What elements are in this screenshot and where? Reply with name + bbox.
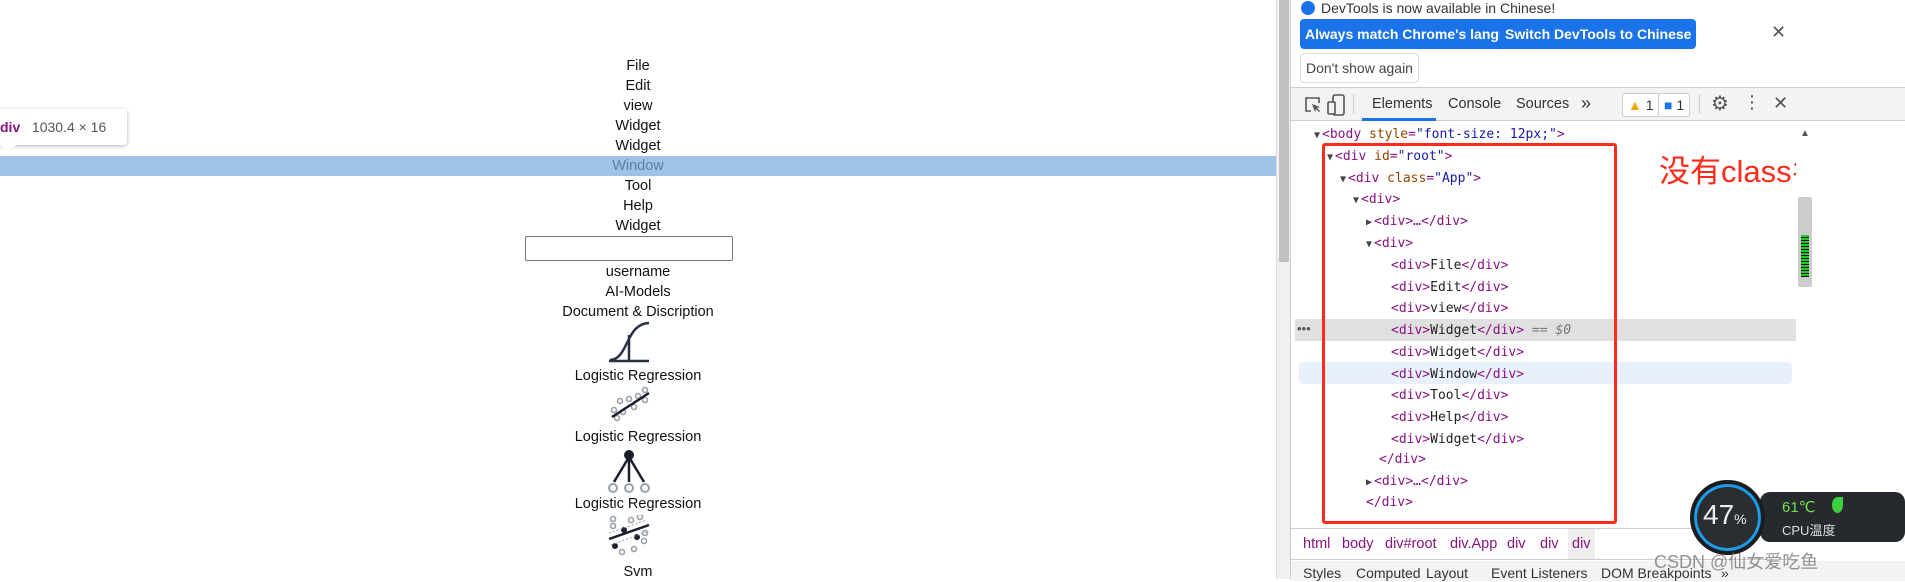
cpu-percent: 47% [1703,499,1747,530]
menu-item-tool[interactable]: Tool [0,176,1276,196]
menu-item-widget[interactable]: Widget [0,216,1276,236]
cpu-monitor-widget: 47% 61℃ CPU温度 [1690,480,1905,555]
page-scrollbar[interactable] [1276,0,1290,579]
decision-tree-icon[interactable] [607,449,651,495]
notice-text: DevTools is now available in Chinese! [1321,0,1556,16]
tab-sources[interactable]: Sources [1516,96,1569,112]
scrollbar-thumb[interactable] [1798,197,1812,287]
menu-item-window[interactable]: Window [0,156,1276,176]
breadcrumb-item[interactable]: div.App [1446,529,1501,559]
close-notice-icon[interactable]: ✕ [1771,22,1786,43]
tab-elements[interactable]: Elements [1372,96,1432,112]
kebab-menu-icon[interactable]: ⋮ [1743,92,1761,113]
cpu-temp: 61℃ [1782,499,1816,516]
switch-chinese-button[interactable]: Switch DevTools to Chinese [1500,19,1697,49]
breadcrumb-item[interactable]: div [1536,529,1563,559]
annotation-box [1322,143,1617,524]
menu-item-file[interactable]: File [0,56,1276,76]
leaf-icon [1832,497,1843,513]
model-label: Logistic Regression [574,429,702,445]
tree-scrollbar[interactable]: ▲ [1796,122,1905,528]
document-label: Document & Discription [562,304,714,320]
text-input[interactable] [525,236,733,261]
device-toolbar-icon[interactable] [1327,94,1345,116]
warning-icon: ▲ [1628,97,1642,113]
svm-icon[interactable] [607,515,651,561]
cpu-temp-label: CPU温度 [1782,523,1836,538]
message-count: 1 [1676,97,1685,113]
linear-regression-icon[interactable] [609,387,651,423]
model-label: Logistic Regression [574,496,702,512]
tab-console[interactable]: Console [1448,96,1501,112]
sigmoid-icon[interactable] [607,321,651,363]
menu-item-help[interactable]: Help [0,196,1276,216]
model-label: Logistic Regression [574,368,702,384]
menu-item-widget[interactable]: Widget [0,136,1276,156]
ai-models-label: AI-Models [605,284,671,300]
breadcrumb-item[interactable]: body [1338,529,1377,559]
scrollbar-thumb[interactable] [1279,0,1289,262]
dont-show-again-button[interactable]: Don't show again [1300,53,1419,83]
tooltip-tag: div [0,119,21,135]
warning-count: 1 [1645,97,1654,113]
tooltip-size: 1030.4 × 16 [31,119,107,135]
menu-item-widget[interactable]: Widget [0,116,1276,136]
message-icon: ■ [1664,97,1673,113]
info-icon [1301,1,1315,15]
close-devtools-icon[interactable]: ✕ [1773,93,1788,114]
warnings-badge[interactable]: ▲ 1 [1622,93,1660,117]
active-tab-indicator [1362,118,1436,121]
devtools-toolbar: Elements Console Sources » ▲ 1 ■ 1 ⚙ ⋮ ✕ [1291,87,1905,121]
breadcrumb-item[interactable]: div [1568,529,1595,559]
page-content: File Edit view Widget Widget Window Tool… [0,0,1276,580]
inspect-element-icon[interactable] [1304,96,1322,114]
breadcrumb-item[interactable]: div#root [1381,529,1441,559]
language-notice: DevTools is now available in Chinese! [1301,0,1555,17]
messages-badge[interactable]: ■ 1 [1658,93,1691,117]
username-label: username [605,264,671,280]
inspect-tooltip: div 1030.4 × 16 [0,109,127,153]
model-label: Svm [623,564,653,580]
watermark: CSDN @仙女爱吃鱼 [1654,552,1819,572]
settings-gear-icon[interactable]: ⚙ [1711,91,1729,116]
breadcrumb-item[interactable]: html [1299,529,1334,559]
breadcrumb-item[interactable]: div [1503,529,1530,559]
menu-item-edit[interactable]: Edit [0,76,1276,96]
menu-item-view[interactable]: view [0,96,1276,116]
more-tabs-button[interactable]: » [1581,93,1591,114]
